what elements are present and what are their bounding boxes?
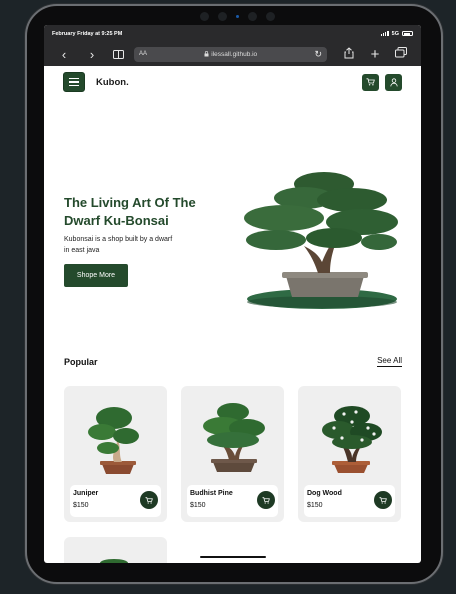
status-time: February Friday at 9:25 PM <box>52 30 123 37</box>
add-to-cart-button[interactable] <box>257 491 275 509</box>
cart-icon <box>262 496 270 504</box>
browser-actions: + <box>339 46 411 62</box>
status-indicators: 5G <box>380 30 413 37</box>
cart-icon <box>379 496 387 504</box>
cart-icon <box>366 78 375 86</box>
product-card-juniper[interactable]: Juniper $150 <box>64 386 167 522</box>
forward-icon[interactable]: › <box>82 48 102 61</box>
product-price: $150 <box>73 502 89 509</box>
product-price: $150 <box>307 502 323 509</box>
camera-cluster <box>200 12 275 21</box>
product-image <box>100 559 128 563</box>
screen: February Friday at 9:25 PM 5G ‹ › AA ile… <box>44 25 421 563</box>
product-info: Dog Wood $150 <box>304 485 395 517</box>
reload-icon[interactable]: ↻ <box>314 49 322 59</box>
product-card-budhist-pine[interactable]: Budhist Pine $150 <box>181 386 284 522</box>
cart-button[interactable] <box>362 73 379 91</box>
browser-toolbar: ‹ › AA ilessall.github.io ↻ + <box>44 42 421 66</box>
signal-icon <box>380 31 389 36</box>
product-image <box>203 403 265 472</box>
nav-actions <box>362 73 402 91</box>
hero-bonsai-image <box>244 172 398 309</box>
product-name: Budhist Pine <box>190 490 233 497</box>
popular-title: Popular <box>64 356 98 367</box>
product-image <box>88 407 139 474</box>
popular-header: Popular See All <box>64 356 402 367</box>
address-bar[interactable]: AA ilessall.github.io ↻ <box>134 46 327 62</box>
lock-icon <box>204 50 209 56</box>
product-info: Budhist Pine $150 <box>187 485 278 517</box>
hero-title: The Living Art Of The Dwarf Ku-Bonsai <box>64 195 196 228</box>
user-icon <box>389 77 398 86</box>
back-icon[interactable]: ‹ <box>54 48 74 61</box>
product-image <box>322 406 382 473</box>
add-to-cart-button[interactable] <box>140 491 158 509</box>
battery-icon <box>402 31 413 36</box>
new-tab-icon[interactable]: + <box>365 47 385 62</box>
product-name: Juniper <box>73 490 99 497</box>
reader-aa-button[interactable]: AA <box>139 51 147 57</box>
status-bar: February Friday at 9:25 PM 5G <box>44 25 421 42</box>
share-icon[interactable] <box>339 46 359 62</box>
shop-more-button[interactable]: Shope More <box>64 264 128 287</box>
menu-button[interactable] <box>63 72 85 92</box>
account-button[interactable] <box>385 73 402 91</box>
product-info: Juniper $150 <box>70 485 161 517</box>
product-name: Dog Wood <box>307 490 342 497</box>
sidebar-icon[interactable] <box>108 48 128 61</box>
hero-subtitle: Kubonsai is a shop built by a dwarf in e… <box>64 236 173 254</box>
brand-logo[interactable]: Kubon. <box>96 77 129 88</box>
add-to-cart-button[interactable] <box>374 491 392 509</box>
address-text: ilessall.github.io <box>147 51 314 58</box>
site-navbar: Kubon. <box>44 66 421 98</box>
network-label: 5G <box>391 30 399 37</box>
product-card-partial[interactable] <box>64 537 167 563</box>
cart-icon <box>145 496 153 504</box>
product-card-dog-wood[interactable]: Dog Wood $150 <box>298 386 401 522</box>
tabs-icon[interactable] <box>391 46 411 62</box>
hero-section: The Living Art Of The Dwarf Ku-Bonsai Ku… <box>44 98 421 330</box>
product-price: $150 <box>190 502 206 509</box>
home-indicator[interactable] <box>200 556 266 558</box>
see-all-link[interactable]: See All <box>377 356 402 367</box>
